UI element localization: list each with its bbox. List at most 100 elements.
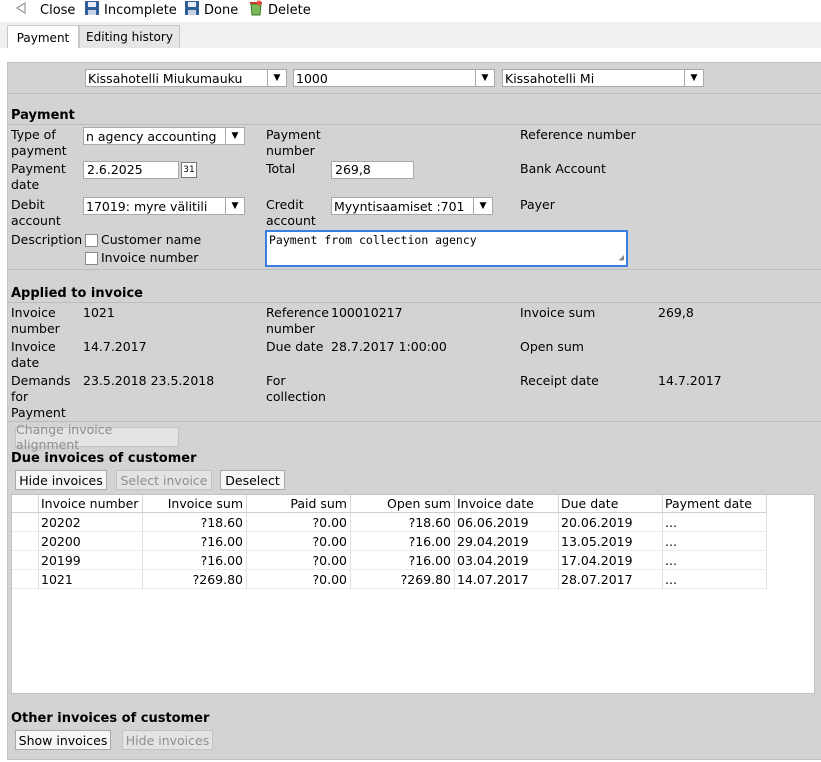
- column-header[interactable]: Payment date: [663, 495, 767, 513]
- tab-editing-history[interactable]: Editing history: [79, 25, 180, 48]
- table-cell[interactable]: ?16.00: [351, 532, 455, 551]
- chevron-down-icon[interactable]: ▼: [225, 198, 244, 214]
- type-of-payment-label-2: payment: [11, 143, 67, 158]
- type-of-payment-value: n agency accounting: [86, 128, 217, 144]
- chevron-down-icon[interactable]: ▼: [684, 70, 703, 86]
- done-button[interactable]: Done: [184, 0, 238, 20]
- payment-date-input[interactable]: 2.6.2025: [83, 161, 179, 179]
- table-cell[interactable]: 13.05.2019: [559, 532, 663, 551]
- delete-icon: [248, 0, 264, 20]
- table-cell[interactable]: 20199: [39, 551, 143, 570]
- row-selector[interactable]: [12, 570, 39, 589]
- show-invoices-button[interactable]: Show invoices: [15, 730, 111, 750]
- table-cell[interactable]: ?0.00: [247, 532, 351, 551]
- row-selector[interactable]: [12, 513, 39, 532]
- divider: [8, 269, 821, 270]
- customer-name-checkbox[interactable]: [85, 234, 98, 247]
- invoice-sum-value: 269,8: [658, 305, 694, 320]
- table-cell[interactable]: ?0.00: [247, 570, 351, 589]
- table-cell[interactable]: ?16.00: [351, 551, 455, 570]
- hotel-select[interactable]: Kissahotelli Miukumauku ▼: [85, 69, 287, 87]
- hotel-short-select[interactable]: Kissahotelli Mi ▼: [502, 69, 704, 87]
- table-cell[interactable]: 29.04.2019: [455, 532, 559, 551]
- due-invoices-section-title: Due invoices of customer: [11, 451, 197, 466]
- column-header[interactable]: Due date: [559, 495, 663, 513]
- table-cell[interactable]: 20200: [39, 532, 143, 551]
- table-cell[interactable]: ?269.80: [351, 570, 455, 589]
- table-cell[interactable]: ...: [663, 551, 767, 570]
- table-cell[interactable]: ...: [663, 532, 767, 551]
- change-invoice-alignment-button[interactable]: Change invoice alignment: [15, 422, 179, 452]
- table-cell[interactable]: 28.07.2017: [559, 570, 663, 589]
- deselect-button[interactable]: Deselect: [220, 470, 285, 490]
- delete-button[interactable]: Delete: [248, 0, 311, 20]
- table-cell[interactable]: 14.07.2017: [455, 570, 559, 589]
- chevron-down-icon[interactable]: ▼: [475, 70, 494, 86]
- code-select-value: 1000: [296, 70, 328, 86]
- table-cell[interactable]: ?269.80: [143, 570, 247, 589]
- for-collection-label-2: collection: [266, 389, 326, 404]
- total-input[interactable]: 269,8: [331, 161, 414, 179]
- table-cell[interactable]: ?16.00: [143, 551, 247, 570]
- close-label: Close: [40, 2, 76, 18]
- applied-reference-label: Reference: [266, 305, 329, 320]
- close-button[interactable]: Close: [14, 0, 75, 20]
- debit-account-select[interactable]: 17019: myre välitili ▼: [83, 197, 245, 215]
- table-cell[interactable]: 20.06.2019: [559, 513, 663, 532]
- debit-account-value: 17019: myre välitili: [86, 198, 208, 214]
- column-header[interactable]: Invoice date: [455, 495, 559, 513]
- table-cell[interactable]: ?0.00: [247, 513, 351, 532]
- tab-payment[interactable]: Payment: [7, 25, 79, 49]
- divider: [8, 124, 821, 125]
- done-label: Done: [204, 2, 239, 18]
- row-selector[interactable]: [12, 551, 39, 570]
- receipt-date-value: 14.7.2017: [658, 373, 722, 388]
- table-cell[interactable]: 1021: [39, 570, 143, 589]
- incomplete-label: Incomplete: [104, 2, 177, 18]
- toolbar: Close Incomplete Done Delete: [0, 0, 821, 22]
- reference-number-label: Reference number: [520, 127, 636, 142]
- hotel-short-select-value: Kissahotelli Mi: [505, 70, 595, 86]
- table-cell[interactable]: ?16.00: [143, 532, 247, 551]
- column-header[interactable]: Open sum: [351, 495, 455, 513]
- payment-section-title: Payment: [11, 108, 75, 123]
- chevron-down-icon[interactable]: ▼: [267, 70, 286, 86]
- chevron-down-icon[interactable]: ▼: [473, 198, 492, 214]
- demands-label-2: for: [11, 389, 29, 404]
- tab-editing-history-label: Editing history: [86, 30, 173, 44]
- resize-handle-icon[interactable]: ◢: [619, 253, 624, 263]
- applied-section-title: Applied to invoice: [11, 286, 143, 301]
- chevron-down-icon[interactable]: ▼: [225, 128, 244, 144]
- hide-invoices-button[interactable]: Hide invoices: [15, 470, 107, 490]
- table-cell[interactable]: ?0.00: [247, 551, 351, 570]
- description-label: Description: [11, 232, 83, 247]
- tab-content-top: [0, 48, 821, 62]
- credit-account-label: Credit: [266, 197, 304, 212]
- table-cell[interactable]: 06.06.2019: [455, 513, 559, 532]
- invoice-number-checkbox[interactable]: [85, 252, 98, 265]
- table-cell[interactable]: ...: [663, 570, 767, 589]
- table-cell[interactable]: 20202: [39, 513, 143, 532]
- incomplete-button[interactable]: Incomplete: [84, 0, 177, 20]
- table-cell[interactable]: ...: [663, 513, 767, 532]
- table-cell[interactable]: ?18.60: [351, 513, 455, 532]
- table-cell[interactable]: 03.04.2019: [455, 551, 559, 570]
- calendar-icon[interactable]: 31: [181, 162, 197, 178]
- credit-account-select[interactable]: 701: Myyntisaamiset ▼: [331, 197, 493, 215]
- table-cell[interactable]: 17.04.2019: [559, 551, 663, 570]
- tab-payment-label: Payment: [16, 30, 70, 45]
- payment-number-label-2: number: [266, 143, 315, 158]
- column-header[interactable]: Invoice number: [39, 495, 143, 513]
- demands-label: Demands: [11, 373, 71, 388]
- save-icon: [84, 0, 100, 20]
- type-of-payment-select[interactable]: n agency accounting ▼: [83, 127, 245, 145]
- column-header[interactable]: Paid sum: [247, 495, 351, 513]
- column-header[interactable]: Invoice sum: [143, 495, 247, 513]
- row-selector[interactable]: [12, 532, 39, 551]
- table-cell[interactable]: ?18.60: [143, 513, 247, 532]
- other-hide-invoices-button[interactable]: Hide invoices: [122, 730, 213, 750]
- select-invoice-button[interactable]: Select invoice: [116, 470, 212, 490]
- description-textarea[interactable]: Payment from collection agency ◢: [265, 230, 628, 267]
- applied-reference-value: 100010217: [331, 305, 403, 320]
- code-select[interactable]: 1000 ▼: [293, 69, 495, 87]
